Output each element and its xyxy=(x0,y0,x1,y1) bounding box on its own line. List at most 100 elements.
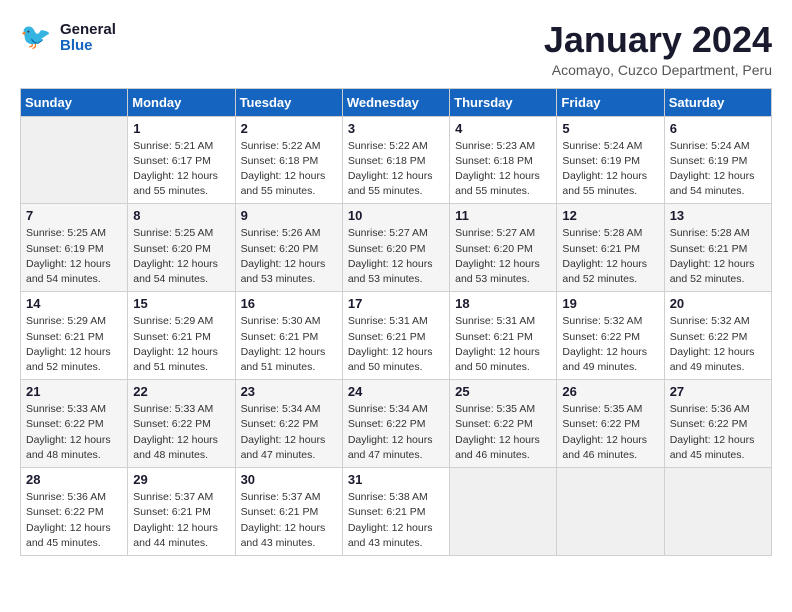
day-info: Sunrise: 5:27 AMSunset: 6:20 PMDaylight:… xyxy=(348,226,444,287)
day-number: 22 xyxy=(133,384,229,399)
day-number: 10 xyxy=(348,208,444,223)
day-number: 29 xyxy=(133,472,229,487)
day-info: Sunrise: 5:37 AMSunset: 6:21 PMDaylight:… xyxy=(241,490,337,551)
day-number: 18 xyxy=(455,296,551,311)
day-info: Sunrise: 5:29 AMSunset: 6:21 PMDaylight:… xyxy=(26,314,122,375)
calendar-cell: 29 Sunrise: 5:37 AMSunset: 6:21 PMDayligh… xyxy=(128,468,235,556)
day-number: 28 xyxy=(26,472,122,487)
day-info: Sunrise: 5:32 AMSunset: 6:22 PMDaylight:… xyxy=(670,314,766,375)
day-info: Sunrise: 5:38 AMSunset: 6:21 PMDaylight:… xyxy=(348,490,444,551)
calendar-cell: 25 Sunrise: 5:35 AMSunset: 6:22 PMDayligh… xyxy=(450,380,557,468)
day-info: Sunrise: 5:28 AMSunset: 6:21 PMDaylight:… xyxy=(562,226,658,287)
day-info: Sunrise: 5:31 AMSunset: 6:21 PMDaylight:… xyxy=(455,314,551,375)
calendar-cell: 6Sunrise: 5:24 AMSunset: 6:19 PMDaylight… xyxy=(664,116,771,204)
day-info: Sunrise: 5:33 AMSunset: 6:22 PMDaylight:… xyxy=(133,402,229,463)
calendar-cell: 27Sunrise: 5:36 AMSunset: 6:22 PMDayligh… xyxy=(664,380,771,468)
calendar-cell: 24Sunrise: 5:34 AMSunset: 6:22 PMDayligh… xyxy=(342,380,449,468)
day-info: Sunrise: 5:22 AMSunset: 6:18 PMDaylight:… xyxy=(241,139,337,200)
day-number: 20 xyxy=(670,296,766,311)
calendar-cell: 15Sunrise: 5:29 AMSunset: 6:21 PMDayligh… xyxy=(128,292,235,380)
day-info: Sunrise: 5:26 AMSunset: 6:20 PMDaylight:… xyxy=(241,226,337,287)
day-info: Sunrise: 5:33 AMSunset: 6:22 PMDaylight:… xyxy=(26,402,122,463)
day-info: Sunrise: 5:34 AMSunset: 6:22 PMDaylight:… xyxy=(241,402,337,463)
svg-text:🐦: 🐦 xyxy=(20,23,51,51)
calendar-cell xyxy=(557,468,664,556)
calendar-cell: 3 Sunrise: 5:22 AMSunset: 6:18 PMDaylight… xyxy=(342,116,449,204)
day-info: Sunrise: 5:37 AMSunset: 6:21 PMDaylight:… xyxy=(133,490,229,551)
calendar-cell: 19 Sunrise: 5:32 AMSunset: 6:22 PMDayligh… xyxy=(557,292,664,380)
location-subtitle: Acomayo, Cuzco Department, Peru xyxy=(544,62,772,78)
calendar-cell: 23 Sunrise: 5:34 AMSunset: 6:22 PMDayligh… xyxy=(235,380,342,468)
day-number: 2 xyxy=(241,121,337,136)
column-header-sunday: Sunday xyxy=(21,88,128,116)
day-number: 31 xyxy=(348,472,444,487)
logo: 🐦 General Blue xyxy=(20,20,116,56)
calendar-cell: 21 Sunrise: 5:33 AMSunset: 6:22 PMDayligh… xyxy=(21,380,128,468)
day-info: Sunrise: 5:25 AMSunset: 6:20 PMDaylight:… xyxy=(133,226,229,287)
calendar-cell: 13 Sunrise: 5:28 AMSunset: 6:21 PMDayligh… xyxy=(664,204,771,292)
day-info: Sunrise: 5:32 AMSunset: 6:22 PMDaylight:… xyxy=(562,314,658,375)
calendar-cell xyxy=(450,468,557,556)
day-number: 21 xyxy=(26,384,122,399)
calendar-body: 1Sunrise: 5:21 AMSunset: 6:17 PMDaylight… xyxy=(21,116,772,555)
calendar-cell: 11Sunrise: 5:27 AMSunset: 6:20 PMDayligh… xyxy=(450,204,557,292)
day-info: Sunrise: 5:35 AMSunset: 6:22 PMDaylight:… xyxy=(562,402,658,463)
day-number: 13 xyxy=(670,208,766,223)
day-info: Sunrise: 5:36 AMSunset: 6:22 PMDaylight:… xyxy=(26,490,122,551)
day-number: 30 xyxy=(241,472,337,487)
month-title: January 2024 xyxy=(544,20,772,60)
calendar-week-row: 1Sunrise: 5:21 AMSunset: 6:17 PMDaylight… xyxy=(21,116,772,204)
day-info: Sunrise: 5:31 AMSunset: 6:21 PMDaylight:… xyxy=(348,314,444,375)
page-header: 🐦 General Blue January 2024 Acomayo, Cuz… xyxy=(20,20,772,78)
calendar-cell: 17 Sunrise: 5:31 AMSunset: 6:21 PMDayligh… xyxy=(342,292,449,380)
calendar-cell: 30 Sunrise: 5:37 AMSunset: 6:21 PMDayligh… xyxy=(235,468,342,556)
column-header-tuesday: Tuesday xyxy=(235,88,342,116)
day-info: Sunrise: 5:25 AMSunset: 6:19 PMDaylight:… xyxy=(26,226,122,287)
calendar-cell: 8 Sunrise: 5:25 AMSunset: 6:20 PMDaylight… xyxy=(128,204,235,292)
calendar-cell: 12 Sunrise: 5:28 AMSunset: 6:21 PMDayligh… xyxy=(557,204,664,292)
column-header-friday: Friday xyxy=(557,88,664,116)
day-number: 14 xyxy=(26,296,122,311)
day-info: Sunrise: 5:36 AMSunset: 6:22 PMDaylight:… xyxy=(670,402,766,463)
day-number: 3 xyxy=(348,121,444,136)
calendar-week-row: 21 Sunrise: 5:33 AMSunset: 6:22 PMDayligh… xyxy=(21,380,772,468)
calendar-cell: 22 Sunrise: 5:33 AMSunset: 6:22 PMDayligh… xyxy=(128,380,235,468)
day-number: 1 xyxy=(133,121,229,136)
day-number: 23 xyxy=(241,384,337,399)
calendar-header-row: SundayMondayTuesdayWednesdayThursdayFrid… xyxy=(21,88,772,116)
day-info: Sunrise: 5:30 AMSunset: 6:21 PMDaylight:… xyxy=(241,314,337,375)
calendar-cell: 7Sunrise: 5:25 AMSunset: 6:19 PMDaylight… xyxy=(21,204,128,292)
day-number: 26 xyxy=(562,384,658,399)
day-info: Sunrise: 5:24 AMSunset: 6:19 PMDaylight:… xyxy=(562,139,658,200)
logo-blue: Blue xyxy=(60,38,116,55)
title-area: January 2024 Acomayo, Cuzco Department, … xyxy=(544,20,772,78)
calendar-cell: 4Sunrise: 5:23 AMSunset: 6:18 PMDaylight… xyxy=(450,116,557,204)
calendar-cell: 10 Sunrise: 5:27 AMSunset: 6:20 PMDayligh… xyxy=(342,204,449,292)
calendar-cell: 1Sunrise: 5:21 AMSunset: 6:17 PMDaylight… xyxy=(128,116,235,204)
logo-icon: 🐦 xyxy=(20,20,56,56)
day-number: 16 xyxy=(241,296,337,311)
day-number: 11 xyxy=(455,208,551,223)
calendar-cell: 26 Sunrise: 5:35 AMSunset: 6:22 PMDayligh… xyxy=(557,380,664,468)
day-number: 17 xyxy=(348,296,444,311)
calendar-week-row: 14 Sunrise: 5:29 AMSunset: 6:21 PMDayligh… xyxy=(21,292,772,380)
calendar-cell: 14 Sunrise: 5:29 AMSunset: 6:21 PMDayligh… xyxy=(21,292,128,380)
day-number: 25 xyxy=(455,384,551,399)
calendar-cell xyxy=(21,116,128,204)
calendar-table: SundayMondayTuesdayWednesdayThursdayFrid… xyxy=(20,88,772,556)
column-header-thursday: Thursday xyxy=(450,88,557,116)
calendar-cell: 9 Sunrise: 5:26 AMSunset: 6:20 PMDaylight… xyxy=(235,204,342,292)
calendar-cell: 31 Sunrise: 5:38 AMSunset: 6:21 PMDayligh… xyxy=(342,468,449,556)
day-number: 12 xyxy=(562,208,658,223)
day-info: Sunrise: 5:22 AMSunset: 6:18 PMDaylight:… xyxy=(348,139,444,200)
day-number: 19 xyxy=(562,296,658,311)
calendar-week-row: 7Sunrise: 5:25 AMSunset: 6:19 PMDaylight… xyxy=(21,204,772,292)
day-info: Sunrise: 5:34 AMSunset: 6:22 PMDaylight:… xyxy=(348,402,444,463)
calendar-cell: 5Sunrise: 5:24 AMSunset: 6:19 PMDaylight… xyxy=(557,116,664,204)
day-number: 8 xyxy=(133,208,229,223)
calendar-cell: 16 Sunrise: 5:30 AMSunset: 6:21 PMDayligh… xyxy=(235,292,342,380)
day-info: Sunrise: 5:35 AMSunset: 6:22 PMDaylight:… xyxy=(455,402,551,463)
day-number: 9 xyxy=(241,208,337,223)
column-header-saturday: Saturday xyxy=(664,88,771,116)
day-info: Sunrise: 5:28 AMSunset: 6:21 PMDaylight:… xyxy=(670,226,766,287)
